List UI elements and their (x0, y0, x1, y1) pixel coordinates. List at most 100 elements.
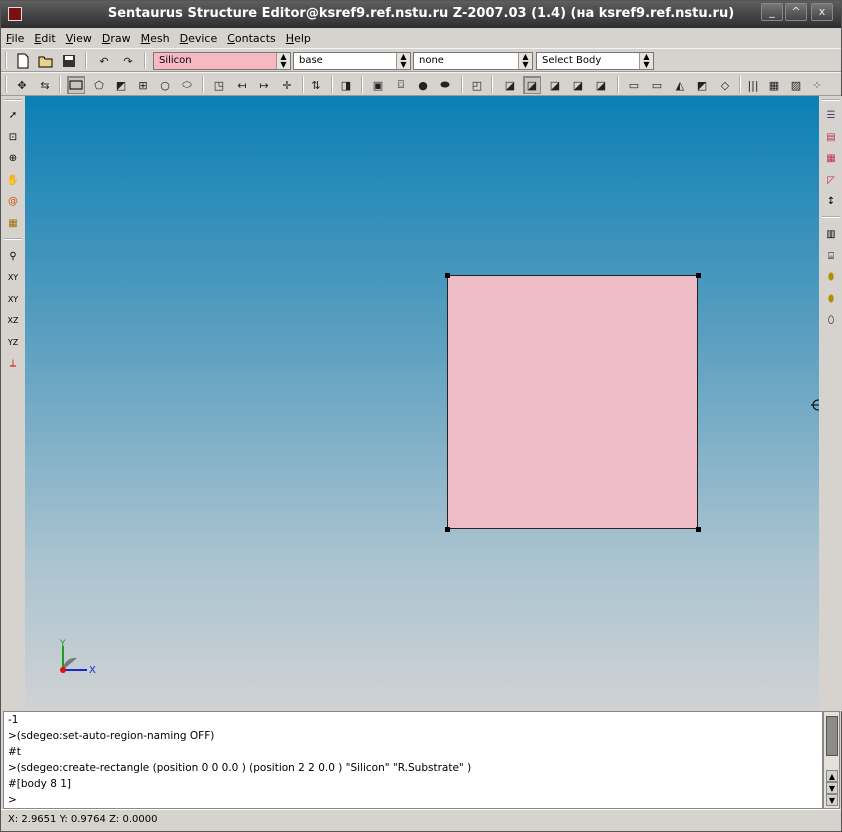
command-console[interactable]: -1 >(sdegeo:set-auto-region-naming OFF) … (3, 711, 823, 809)
scrollbar-thumb[interactable] (826, 716, 838, 756)
menu-contacts[interactable]: Contacts (227, 32, 276, 45)
zoom-in-icon[interactable]: ⊕ (4, 149, 22, 167)
doping-icon[interactable]: ▨ (787, 76, 805, 94)
doping-profile-icon[interactable]: ⁘ (808, 76, 826, 94)
cylinder-icon[interactable]: ⌼ (392, 76, 410, 94)
new-file-icon[interactable] (14, 52, 32, 70)
toolbar-grip[interactable] (5, 76, 11, 93)
silicon-rectangle-body[interactable] (447, 275, 698, 529)
polyline-tool-icon[interactable]: ◩ (112, 76, 130, 94)
circle-tool-icon[interactable]: ○ (156, 76, 174, 94)
fillet-icon[interactable]: ◳ (210, 76, 228, 94)
menu-device[interactable]: Device (180, 32, 218, 45)
title-bar[interactable]: Sentaurus Structure Editor@ksref9.ref.ns… (1, 1, 841, 28)
toolbar-grip[interactable] (361, 76, 367, 93)
shaded-edges-icon[interactable]: ⬮ (822, 290, 840, 308)
move-vertex-icon[interactable]: ✥ (13, 76, 31, 94)
material-select[interactable]: Silicon ▲ ▼ (153, 52, 291, 70)
view-xz-icon[interactable]: XZ (4, 311, 22, 329)
polygon-tool-icon[interactable]: ⬠ (90, 76, 108, 94)
console-scrollbar[interactable]: ▲ ▼ ▼ (823, 711, 840, 809)
zoom-window-icon[interactable]: ⊡ (4, 128, 22, 146)
menu-help[interactable]: Help (286, 32, 311, 45)
toolbar-grip[interactable] (5, 52, 11, 69)
view-yz-icon[interactable]: YZ (4, 333, 22, 351)
mirror-icon[interactable]: ◨ (337, 76, 355, 94)
zoom-fit-icon[interactable]: ⚲ (4, 247, 22, 265)
view-xy-icon[interactable]: XY (4, 268, 22, 286)
boolean-subtract-icon[interactable]: ◪ (546, 76, 564, 94)
toolbar-grip[interactable] (144, 52, 150, 69)
toolbar-grip[interactable] (822, 99, 840, 103)
toolbar-grip[interactable] (85, 52, 91, 69)
toolbar-grip[interactable] (59, 76, 65, 93)
toolbar-grip[interactable] (4, 238, 22, 242)
view-xy-flip-icon[interactable]: XY (4, 290, 22, 308)
vertex-handle[interactable] (445, 527, 450, 532)
transparent-icon[interactable]: ⬯ (822, 311, 840, 329)
edge-icon[interactable]: ⇆ (36, 76, 54, 94)
refinement-icon[interactable]: ◇ (716, 76, 734, 94)
boolean-union-icon[interactable]: ◪ (501, 76, 519, 94)
menu-file[interactable]: File (6, 32, 24, 45)
cross-icon[interactable]: ✛ (278, 76, 296, 94)
extrude-icon[interactable]: ⇅ (307, 76, 325, 94)
boundary-icon[interactable]: ◸ (822, 171, 840, 189)
scroll-up-arrow-icon[interactable]: ▲ (826, 770, 838, 782)
sphere-icon[interactable]: ● (414, 76, 432, 94)
menu-draw[interactable]: Draw (102, 32, 131, 45)
view-iso-icon[interactable]: ⟂ (4, 354, 22, 372)
boolean-replace-icon[interactable]: ◪ (523, 76, 541, 94)
toolbar-grip[interactable] (822, 216, 840, 220)
contact-edge-icon[interactable]: ◭ (671, 76, 689, 94)
selection-mode-select[interactable]: Select Body ▲ ▼ (536, 52, 654, 70)
toolbar-grip[interactable] (491, 76, 497, 93)
rectangle-tool-icon[interactable] (67, 76, 85, 94)
maximize-button[interactable]: ^ (785, 3, 807, 21)
mesh-view-icon[interactable]: ▦ (822, 149, 840, 167)
torus-icon[interactable]: ⬬ (436, 76, 454, 94)
open-folder-icon[interactable] (37, 52, 55, 70)
wireframe-icon[interactable]: ▥ (822, 225, 840, 243)
menu-mesh[interactable]: Mesh (141, 32, 170, 45)
move-icon[interactable]: ↦ (255, 76, 273, 94)
shaded-icon[interactable]: ⬮ (822, 268, 840, 286)
undo-icon[interactable]: ↶ (95, 52, 113, 70)
layers-icon[interactable]: ☰ (822, 106, 840, 124)
vertex-handle[interactable] (696, 273, 701, 278)
region-select[interactable]: base ▲ ▼ (293, 52, 411, 70)
mesh-lines-icon[interactable]: ||| (744, 76, 762, 94)
region-tool-icon[interactable]: ⊞ (134, 76, 152, 94)
menu-edit[interactable]: Edit (34, 32, 55, 45)
toolbar-grip[interactable] (202, 76, 208, 93)
save-icon[interactable] (60, 52, 78, 70)
hidden-line-icon[interactable]: ⌸ (822, 247, 840, 265)
boolean-intersect-icon[interactable]: ◪ (569, 76, 587, 94)
region-list-icon[interactable]: ▤ (822, 128, 840, 146)
contact-face-icon[interactable]: ◩ (693, 76, 711, 94)
console-input-line[interactable]: > (8, 792, 822, 808)
cube-icon[interactable]: ▣ (369, 76, 387, 94)
toolbar-grip[interactable] (4, 99, 22, 103)
contact-icon[interactable]: ▭ (625, 76, 643, 94)
ruler-icon[interactable]: ↕ (822, 192, 840, 210)
minimize-button[interactable]: _ (761, 3, 783, 21)
toolbar-grip[interactable] (617, 76, 623, 93)
split-icon[interactable]: ↤ (233, 76, 251, 94)
menu-view[interactable]: View (66, 32, 92, 45)
contact-region-icon[interactable]: ▭ (648, 76, 666, 94)
mesh-icon[interactable]: ▦ (765, 76, 783, 94)
pan-hand-icon[interactable]: ✋ (4, 171, 22, 189)
close-button[interactable]: x (811, 3, 833, 21)
vertex-handle[interactable] (696, 527, 701, 532)
prism-icon[interactable]: ◰ (468, 76, 486, 94)
boolean-merge-icon[interactable]: ◪ (592, 76, 610, 94)
option-select[interactable]: none ▲ ▼ (413, 52, 533, 70)
redo-icon[interactable]: ↷ (119, 52, 137, 70)
rotate-icon[interactable]: @ (4, 192, 22, 210)
ellipse-tool-icon[interactable]: ⬭ (178, 76, 196, 94)
toolbar-grip[interactable] (461, 76, 467, 93)
scroll-down-arrow-icon[interactable]: ▼ (826, 782, 838, 794)
scroll-end-arrow-icon[interactable]: ▼ (826, 794, 838, 806)
vertex-handle[interactable] (445, 273, 450, 278)
